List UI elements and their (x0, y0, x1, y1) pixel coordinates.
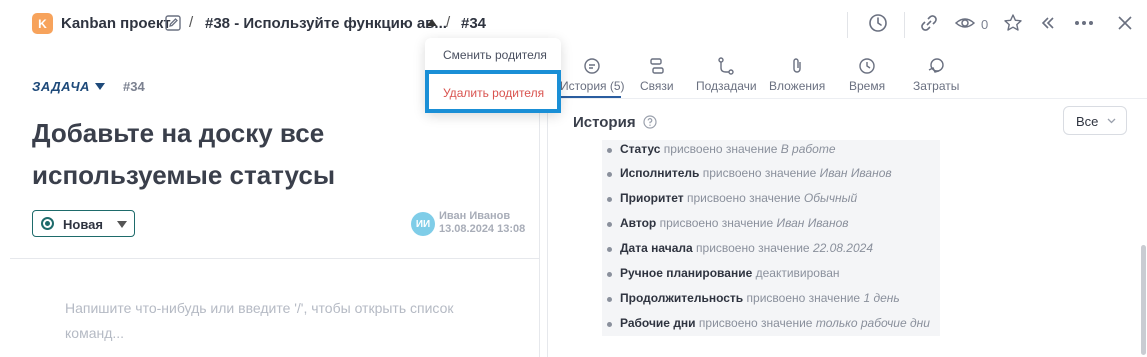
menu-item-remove-parent[interactable]: Удалить родителя (443, 86, 544, 100)
tab-label: Затраты (913, 79, 960, 93)
chevron-up-icon[interactable] (427, 19, 437, 26)
divider (548, 98, 1147, 99)
collapse-icon[interactable] (1037, 12, 1059, 34)
task-title[interactable]: Добавьте на доску все используемые стату… (32, 112, 512, 196)
list-item: Дата начала присвоено значение 22.08.202… (607, 241, 873, 255)
chevron-down-icon[interactable] (95, 83, 105, 90)
tab-label: Подзадачи (696, 79, 757, 93)
filter-label: Все (1076, 114, 1099, 129)
history-filter-select[interactable]: Все (1063, 106, 1127, 135)
history-title: История (573, 114, 636, 131)
subtasks-icon (718, 57, 734, 75)
tab-label: История (5) (560, 79, 625, 93)
clock-icon (859, 58, 875, 74)
edit-icon[interactable] (164, 14, 182, 32)
author-date: 13.08.2024 13:08 (439, 223, 526, 235)
top-bar: K Kanban проект / #38 - Используйте функ… (0, 0, 1147, 50)
status-selector[interactable]: Новая (32, 210, 135, 237)
status-dot-icon (41, 217, 54, 230)
status-label: Новая (63, 217, 103, 232)
more-icon[interactable] (1073, 12, 1095, 34)
tab-label: Связи (640, 79, 674, 93)
divider (10, 258, 540, 259)
divider (847, 12, 848, 38)
divider (904, 12, 905, 38)
clock-icon[interactable] (867, 12, 889, 34)
history-icon (584, 58, 600, 74)
task-type-selector[interactable]: ЗАДАЧА (32, 79, 90, 94)
tab-history[interactable]: История (5) (560, 56, 625, 93)
list-item: Продолжительность присвоено значение 1 д… (607, 291, 900, 305)
tab-label: Время (849, 79, 886, 93)
breadcrumb-parent[interactable]: #38 - Используйте функцию ав... (205, 15, 447, 32)
breadcrumb-separator: / (446, 14, 451, 31)
description-editor[interactable]: Напишите что-нибудь или введите '/', что… (65, 296, 505, 346)
breadcrumb-separator: / (189, 14, 194, 31)
attachment-icon (793, 58, 801, 73)
task-page: K Kanban проект / #38 - Используйте функ… (0, 0, 1147, 357)
menu-item-change-parent[interactable]: Сменить родителя (443, 48, 547, 62)
list-item: Статус присвоено значение В работе (607, 142, 836, 156)
star-icon[interactable] (1002, 12, 1024, 34)
link-icon[interactable] (918, 12, 940, 34)
list-item: Автор присвоено значение Иван Иванов (607, 216, 849, 230)
watchers-count: 0 (981, 17, 989, 32)
avatar: ИИ (411, 212, 435, 236)
chevron-down-icon (117, 221, 127, 228)
links-icon (650, 58, 664, 74)
list-item: Приоритет присвоено значение Обычный (606, 191, 858, 205)
task-number: #34 (123, 79, 145, 94)
tab-costs[interactable]: Затраты (913, 56, 959, 93)
tab-label: Вложения (769, 79, 826, 93)
tab-time[interactable]: Время (849, 56, 885, 93)
tab-subtasks[interactable]: Подзадачи (696, 56, 757, 93)
list-item: Рабочие дни присвоено значение только ра… (607, 316, 930, 330)
history-list: Статус присвоено значение В работе Испол… (602, 140, 940, 336)
project-name[interactable]: Kanban проект (61, 15, 171, 32)
list-item: Ручное планирование деактивирован (607, 266, 840, 280)
tab-attachments[interactable]: Вложения (769, 56, 825, 93)
tab-links[interactable]: Связи (640, 56, 674, 93)
scrollbar[interactable] (1141, 245, 1146, 355)
list-item: Исполнитель присвоено значение Иван Иван… (607, 166, 892, 180)
author-name: Иван Иванов (439, 210, 511, 222)
chevron-down-icon (1107, 118, 1116, 124)
close-icon[interactable] (1114, 12, 1136, 34)
costs-icon (928, 58, 944, 73)
eye-icon[interactable] (954, 12, 976, 34)
help-icon[interactable] (643, 115, 657, 129)
breadcrumb-current: #34 (461, 15, 487, 32)
project-badge[interactable]: K (32, 13, 53, 34)
